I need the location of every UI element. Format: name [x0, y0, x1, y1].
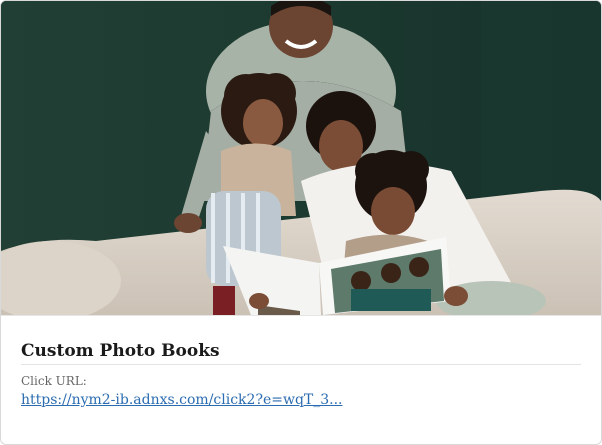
- title-rule: [21, 364, 581, 365]
- click-url-label: Click URL:: [21, 374, 87, 388]
- ad-card[interactable]: Custom Photo Books Click URL: https://ny…: [0, 0, 602, 445]
- hero-image[interactable]: [1, 1, 601, 315]
- ad-title: Custom Photo Books: [21, 341, 220, 361]
- image-divider: [1, 315, 601, 316]
- click-url-link[interactable]: https://nym2-ib.adnxs.com/click2?e=wqT_3…: [21, 392, 343, 408]
- family-photo-illustration: [1, 1, 601, 315]
